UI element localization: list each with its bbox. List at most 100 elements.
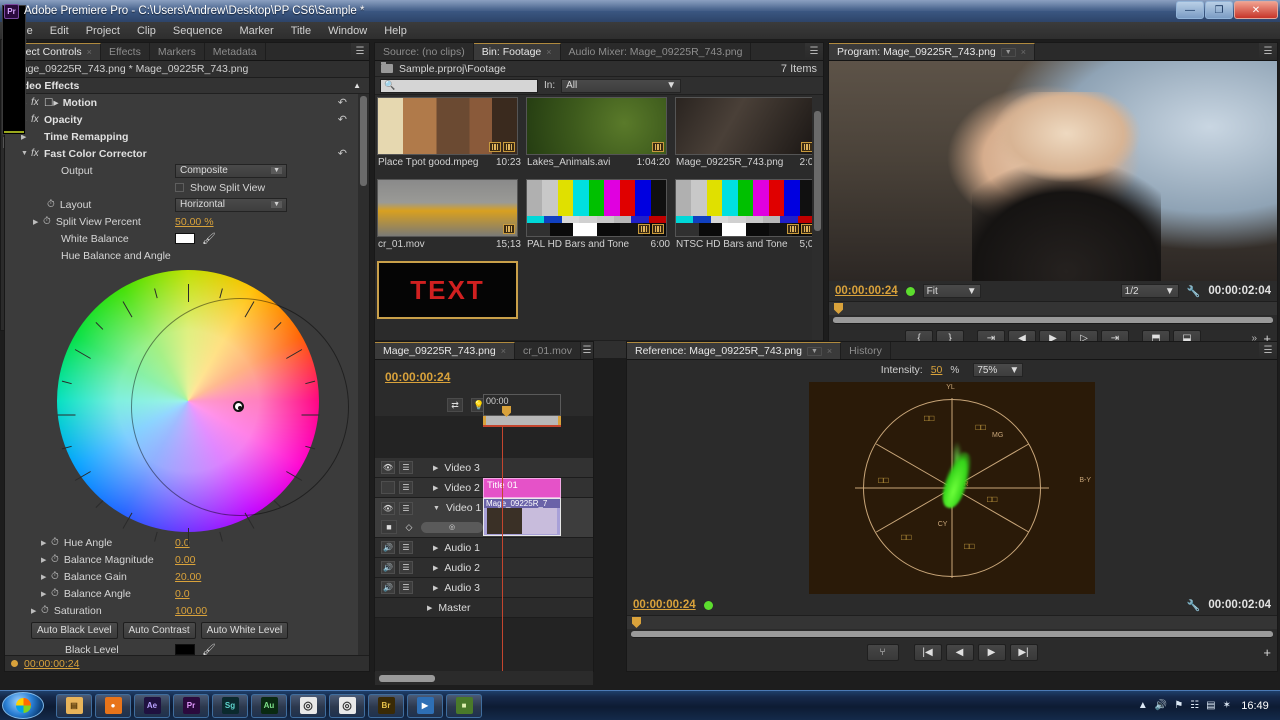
bin-item[interactable]: Place Tpot good.mpeg 10:23 [377, 97, 522, 175]
track-video-3[interactable]: 👁 ☰ ▶ Video 3 [375, 458, 593, 478]
minimize-button[interactable]: — [1176, 1, 1204, 19]
program-video-area[interactable] [829, 61, 1277, 281]
scrollbar-thumb[interactable] [360, 96, 367, 186]
eye-icon[interactable]: 👁 [381, 461, 395, 474]
tab-markers[interactable]: Markers [149, 43, 205, 60]
close-icon[interactable]: × [546, 47, 551, 57]
reference-zoom-scrollbar[interactable] [627, 629, 1277, 639]
tab-sequence-mage[interactable]: Mage_09225R_743.png × [375, 342, 515, 359]
timeline-ruler[interactable]: 00:00 [483, 394, 561, 416]
panel-menu-icon[interactable]: ☰ [805, 43, 823, 60]
chevron-right-icon[interactable]: ▶ [433, 564, 438, 572]
taskbar-encore-1[interactable]: ◎ [290, 693, 326, 718]
lock-icon[interactable]: ☰ [399, 581, 413, 594]
balance-gain-value[interactable]: 20.00 [175, 571, 201, 583]
taskbar-speedgrade[interactable]: Sg [212, 693, 248, 718]
panel-menu-icon[interactable]: ☰ [1259, 43, 1277, 60]
menu-help[interactable]: Help [377, 23, 414, 39]
track-audio-1[interactable]: 🔊 ☰ ▶ Audio 1 [375, 538, 593, 558]
timeline-timecode[interactable]: 00:00:00:24 [385, 370, 450, 384]
bin-scrollbar[interactable] [812, 95, 823, 340]
effect-opacity[interactable]: ▶ fx Opacity ↶ [5, 111, 369, 128]
menu-edit[interactable]: Edit [43, 23, 76, 39]
taskbar-audition[interactable]: Au [251, 693, 287, 718]
chevron-right-icon[interactable]: ▶ [433, 484, 438, 492]
playhead-icon[interactable] [834, 303, 843, 314]
menu-sequence[interactable]: Sequence [166, 23, 230, 39]
network-icon[interactable]: ▤ [1206, 700, 1215, 711]
lock-icon[interactable]: ☰ [399, 561, 413, 574]
tab-source-monitor[interactable]: Source: (no clips) [375, 43, 474, 60]
taskbar-app-extra[interactable]: ■ [446, 693, 482, 718]
stopwatch-icon[interactable]: ⏱ [43, 216, 51, 227]
chevron-right-icon[interactable]: ▶ [41, 590, 51, 598]
menu-window[interactable]: Window [321, 23, 374, 39]
device-icon[interactable]: ☷ [1190, 700, 1199, 711]
start-button[interactable] [2, 692, 44, 719]
clock[interactable]: 16:49 [1238, 700, 1272, 712]
taskbar-premiere-pro[interactable]: Pr [173, 693, 209, 718]
bin-item[interactable]: PAL HD Bars and Tone 6:00 [526, 179, 671, 257]
stopwatch-icon[interactable]: ⏱ [51, 537, 59, 548]
effect-motion[interactable]: ▶ fx ☐▸ Motion ↶ [5, 94, 369, 111]
effect-controls-timecode[interactable]: 00:00:00:24 [24, 658, 79, 670]
speaker-icon[interactable]: 🔊 [381, 581, 395, 594]
color-wheel-handle[interactable] [233, 401, 244, 412]
antivirus-icon[interactable]: ✶ [1223, 700, 1231, 711]
track-clip-area[interactable] [483, 598, 593, 617]
chevron-right-icon[interactable]: ▶ [33, 218, 43, 226]
stopwatch-icon[interactable]: ⏱ [51, 571, 59, 582]
vectorscope-area[interactable]: ☐☐ ☐☐ ☐☐ ☐☐ ☐☐ ☐☐ YL MG R B-Y CY [627, 380, 1277, 595]
taskbar-explorer[interactable]: ▤ [56, 693, 92, 718]
chevron-right-icon[interactable]: ▶ [41, 556, 51, 564]
clip-mage[interactable]: Mage_09225R_7 [483, 498, 561, 536]
chevron-right-icon[interactable]: ▶ [41, 539, 51, 547]
intensity-value[interactable]: 50 [931, 364, 943, 376]
zoom-thumb[interactable] [379, 674, 435, 682]
track-clip-area[interactable]: Title 01 [483, 478, 593, 498]
add-keyframe-icon[interactable]: ◇ [401, 520, 417, 534]
settings-wrench-icon[interactable]: 🔧 [1187, 285, 1201, 298]
lock-icon[interactable]: ☰ [399, 481, 413, 494]
chevron-down-icon[interactable]: ▼ [21, 150, 31, 157]
taskbar-after-effects[interactable]: Ae [134, 693, 170, 718]
step-back-button[interactable]: ◀ [945, 643, 974, 661]
bin-item[interactable]: NTSC HD Bars and Tone 5;00 [675, 179, 820, 257]
eye-icon[interactable]: 👁 [381, 501, 395, 515]
tab-effects[interactable]: Effects [100, 43, 150, 60]
lock-icon[interactable]: ☰ [399, 541, 413, 554]
show-split-view-checkbox[interactable] [175, 183, 184, 192]
chevron-down-icon[interactable]: ▼ [433, 505, 440, 512]
panel-menu-icon[interactable]: ☰ [351, 43, 369, 60]
filter-dropdown[interactable]: All ▼ [561, 78, 682, 93]
close-icon[interactable]: × [501, 346, 506, 356]
chevron-right-icon[interactable]: ▶ [433, 544, 438, 552]
track-audio-3[interactable]: 🔊 ☰ ▶ Audio 3 [375, 578, 593, 598]
scrollbar-thumb[interactable] [814, 111, 821, 231]
panel-menu-icon[interactable]: ☰ [581, 342, 593, 359]
track-clip-area[interactable] [483, 578, 593, 597]
track-video-1[interactable]: 👁 ☰ ▼ Video 1 ■ ◇ ◎ Mage_09225R_7 [375, 498, 593, 538]
opacity-slider[interactable]: ◎ [421, 521, 483, 533]
chevron-right-icon[interactable]: ▶ [433, 464, 438, 472]
track-clip-area[interactable]: Mage_09225R_7 [483, 498, 593, 538]
snap-toggle-icon[interactable]: ⇄ [447, 398, 463, 412]
white-balance-swatch[interactable] [175, 233, 195, 244]
track-clip-area[interactable] [483, 458, 593, 477]
speaker-icon[interactable]: 🔊 [381, 561, 395, 574]
bin-item[interactable]: Lakes_Animals.avi 1:04:20 [526, 97, 671, 175]
program-time-ruler[interactable] [829, 301, 1277, 315]
chevron-down-icon[interactable]: ▼ [806, 346, 822, 356]
show-hidden-icons-icon[interactable]: ▲ [1138, 700, 1148, 711]
color-wheel[interactable] [57, 270, 349, 546]
balance-angle-value[interactable]: 0.0 [175, 588, 190, 600]
resolution-dropdown[interactable]: 1/2 ▼ [1120, 284, 1179, 298]
taskbar-encore-2[interactable]: ◎ [329, 693, 365, 718]
clip-title-01[interactable]: Title 01 [483, 478, 561, 498]
bin-item[interactable]: cr_01.mov 15;13 [377, 179, 522, 257]
zoom-track[interactable] [833, 316, 1273, 324]
tab-audio-mixer[interactable]: Audio Mixer: Mage_09225R_743.png [560, 43, 752, 60]
effect-controls-scrollbar[interactable] [358, 94, 369, 655]
output-dropdown[interactable]: Composite ▼ [175, 163, 287, 178]
effect-fast-color-corrector[interactable]: ▼ fx Fast Color Corrector ↶ [5, 145, 369, 162]
